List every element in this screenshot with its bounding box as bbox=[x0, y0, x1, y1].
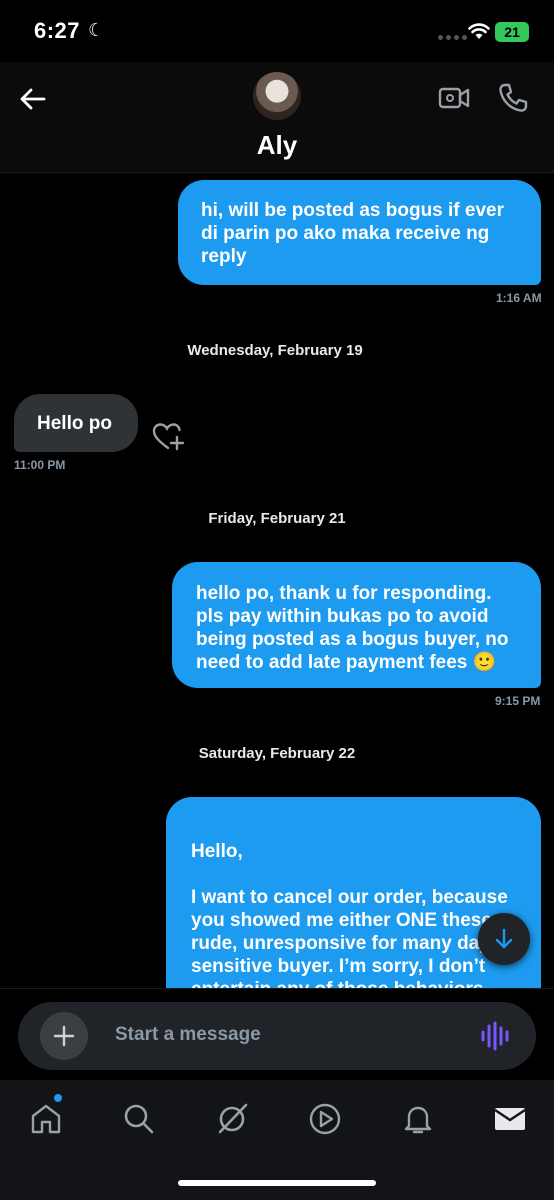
grok-icon[interactable] bbox=[215, 1102, 249, 1136]
notifications-icon[interactable] bbox=[401, 1102, 435, 1136]
outgoing-message[interactable]: Hello, I want to cancel our order, becau… bbox=[166, 797, 541, 988]
voice-message-icon[interactable] bbox=[480, 1020, 510, 1052]
messages-icon[interactable] bbox=[493, 1102, 527, 1136]
add-attachment-button[interactable] bbox=[40, 1012, 88, 1060]
message-clip: Hello, I want to cancel our order, becau… bbox=[0, 0, 554, 988]
search-icon[interactable] bbox=[122, 1102, 156, 1136]
plus-icon bbox=[53, 1025, 75, 1047]
home-icon[interactable] bbox=[29, 1102, 63, 1136]
video-icon[interactable] bbox=[308, 1102, 342, 1136]
scroll-to-bottom-button[interactable] bbox=[478, 913, 530, 965]
message-input[interactable]: Start a message bbox=[115, 1024, 261, 1046]
message-text: Hello, I want to cancel our order, becau… bbox=[191, 841, 508, 988]
message-composer[interactable]: Start a message bbox=[18, 1002, 536, 1070]
notification-dot bbox=[54, 1094, 62, 1102]
arrow-down-icon bbox=[495, 928, 513, 949]
composer-bar: Start a message bbox=[0, 988, 554, 1081]
home-indicator bbox=[178, 1180, 376, 1186]
